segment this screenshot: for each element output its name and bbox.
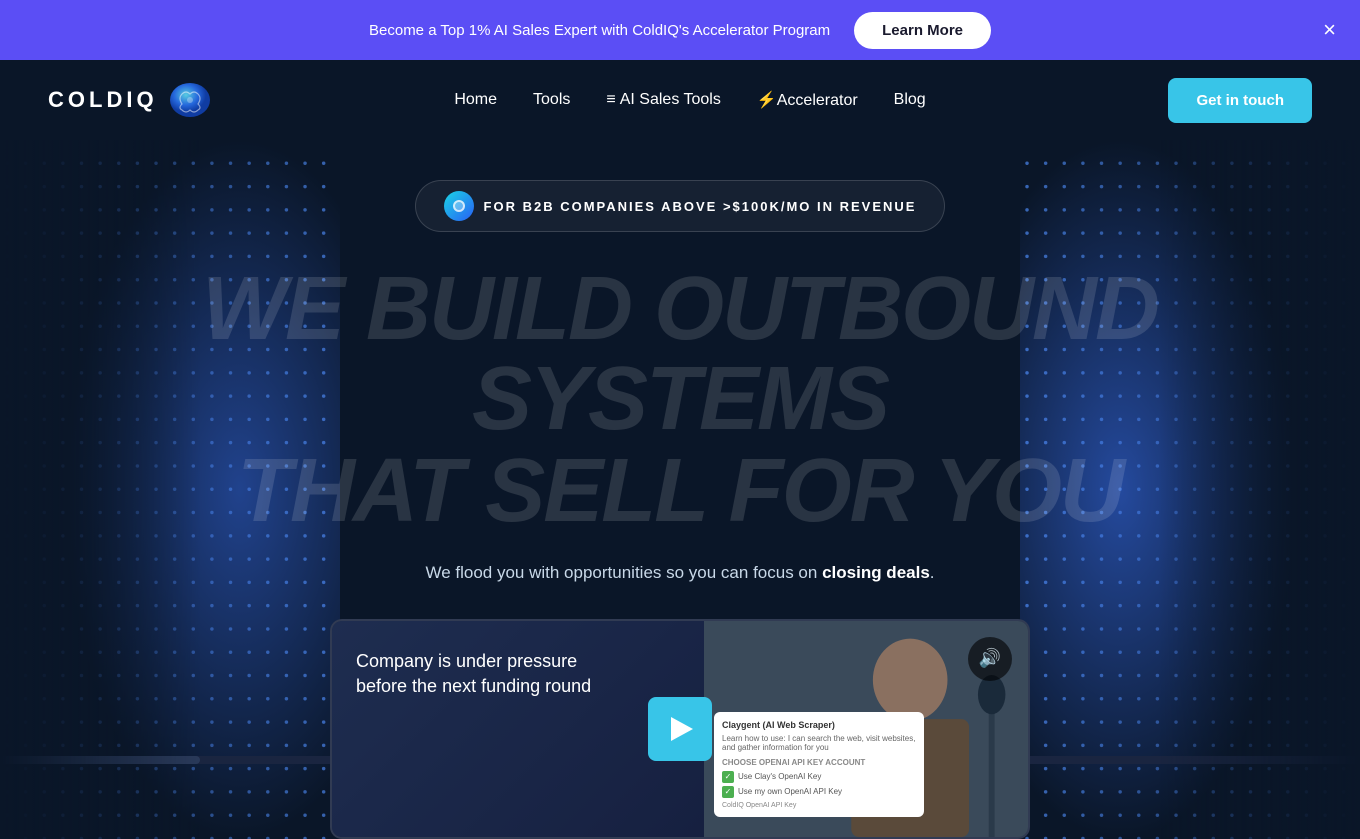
get-in-touch-button[interactable]: Get in touch xyxy=(1168,78,1312,123)
video-title: Company is under pressure before the nex… xyxy=(356,649,591,699)
nav-item-tools[interactable]: Tools xyxy=(533,91,570,109)
subtext-bold: closing deals xyxy=(822,563,930,582)
headline-line1: WE BUILD OUTBOUND SYSTEMS xyxy=(80,264,1280,444)
nav-item-blog[interactable]: Blog xyxy=(894,91,926,109)
nav-item-home[interactable]: Home xyxy=(454,91,497,109)
screen-title: Claygent (AI Web Scraper) xyxy=(722,720,916,730)
logo-text: COLDIQ xyxy=(48,87,158,113)
badge-text: FOR B2B COMPANIES ABOVE >$100K/MO IN REV… xyxy=(484,199,917,214)
badge-inner-circle xyxy=(453,200,465,212)
screen-api-label: ColdIQ OpenAI API Key xyxy=(722,802,916,809)
check-icon-1: ✓ xyxy=(722,771,734,783)
screen-option-1: ✓ Use Clay's OpenAI Key xyxy=(722,771,916,783)
screen-section-label: CHOOSE OPENAI API KEY ACCOUNT xyxy=(722,758,916,767)
option-2-label: Use my own OpenAI API Key xyxy=(738,787,842,796)
banner-text: Become a Top 1% AI Sales Expert with Col… xyxy=(369,22,830,39)
hero-section: // dots generated inline in the SVG via … xyxy=(0,140,1360,839)
learn-more-button[interactable]: Learn More xyxy=(854,12,991,49)
nav-link-home[interactable]: Home xyxy=(454,91,497,108)
nav-item-ai-tools[interactable]: ≡AI Sales Tools xyxy=(606,91,720,109)
play-button[interactable] xyxy=(648,697,712,761)
list-icon: ≡ xyxy=(606,91,615,108)
subtext-normal: We flood you with opportunities so you c… xyxy=(425,563,817,582)
screen-option-2: ✓ Use my own OpenAI API Key xyxy=(722,786,916,798)
nav-item-accelerator[interactable]: ⚡⚡AcceleratorAccelerator xyxy=(757,90,858,110)
hero-headline: WE BUILD OUTBOUND SYSTEMS THAT SELL FOR … xyxy=(80,264,1280,539)
video-inner: Company is under pressure before the nex… xyxy=(332,621,1028,837)
announcement-banner: Become a Top 1% AI Sales Expert with Col… xyxy=(0,0,1360,60)
lightning-icon: ⚡ xyxy=(757,92,777,109)
volume-icon: 🔊 xyxy=(979,648,1001,669)
subtext-end: . xyxy=(930,563,935,582)
logo-brain-icon xyxy=(168,80,212,120)
nav-link-ai-tools[interactable]: ≡AI Sales Tools xyxy=(606,91,720,108)
play-icon xyxy=(671,717,693,741)
headline-line2: THAT SELL FOR YOU xyxy=(80,444,1280,539)
option-1-label: Use Clay's OpenAI Key xyxy=(738,772,821,781)
badge-icon xyxy=(444,191,474,221)
hero-subtext: We flood you with opportunities so you c… xyxy=(425,563,934,583)
banner-close-button[interactable]: × xyxy=(1323,19,1336,41)
nav-link-blog[interactable]: Blog xyxy=(894,91,926,108)
logo[interactable]: COLDIQ xyxy=(48,80,212,120)
volume-button[interactable]: 🔊 xyxy=(968,637,1012,681)
target-badge: FOR B2B COMPANIES ABOVE >$100K/MO IN REV… xyxy=(415,180,946,232)
navbar: COLDIQ Home Tools ≡AI Sales Tools ⚡⚡Acce… xyxy=(0,60,1360,140)
nav-link-tools[interactable]: Tools xyxy=(533,91,570,108)
video-right-panel: Claygent (AI Web Scraper) Learn how to u… xyxy=(704,621,1028,837)
screen-desc: Learn how to use: I can search the web, … xyxy=(722,734,916,752)
check-icon-2: ✓ xyxy=(722,786,734,798)
nav-link-accelerator[interactable]: ⚡⚡AcceleratorAccelerator xyxy=(757,92,858,109)
screen-overlay: Claygent (AI Web Scraper) Learn how to u… xyxy=(714,712,924,817)
nav-links: Home Tools ≡AI Sales Tools ⚡⚡Accelerator… xyxy=(454,90,925,110)
video-container: Company is under pressure before the nex… xyxy=(330,619,1030,839)
